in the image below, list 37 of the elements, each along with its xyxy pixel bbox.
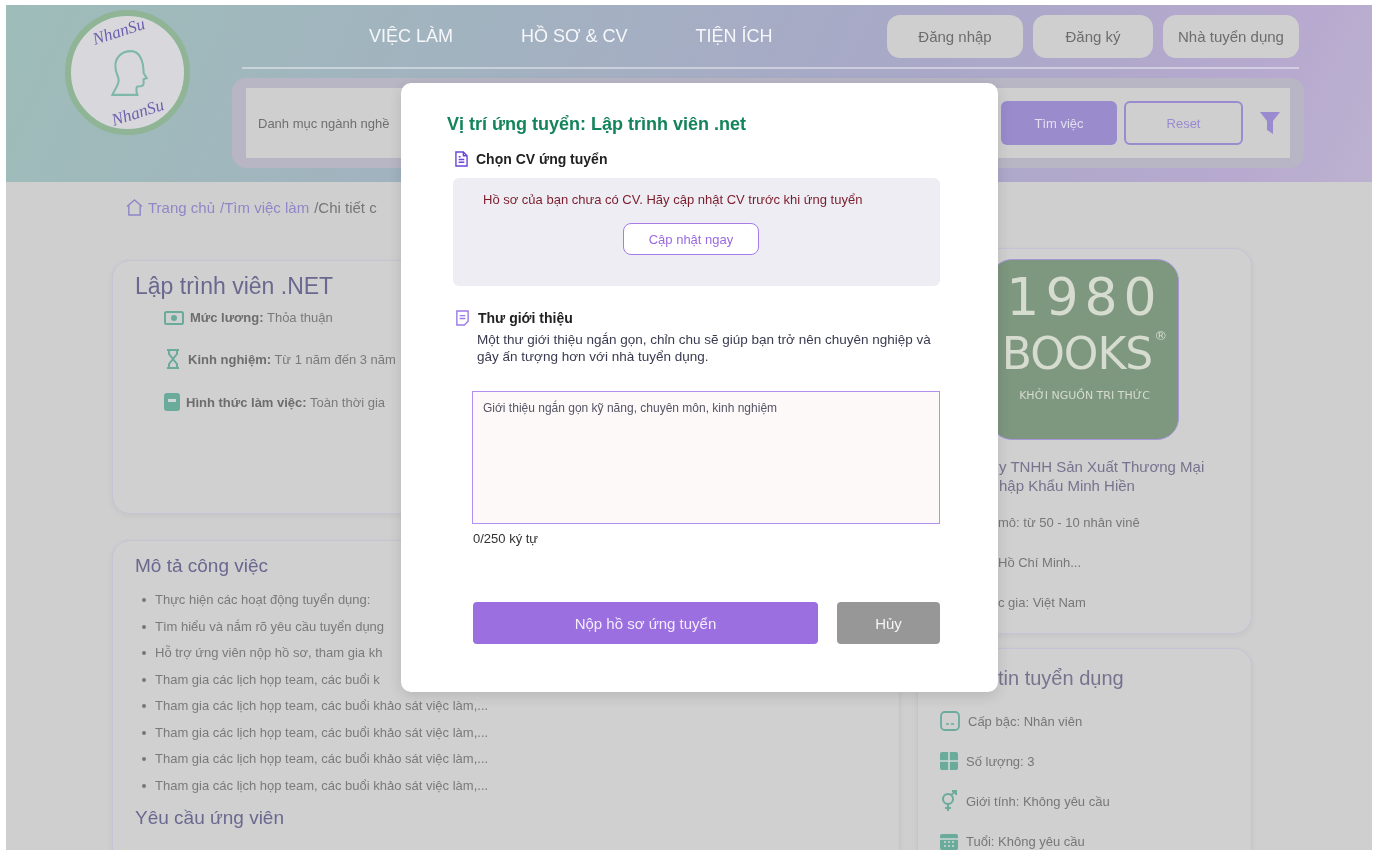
breadcrumb-current: /Chi tiết c bbox=[314, 198, 377, 216]
description-item: Tham gia các lịch họp team, các buổi khảo sát việc làm,... bbox=[135, 746, 489, 773]
logo-text: NhanSu bbox=[89, 14, 148, 51]
letter-description: Một thư giới thiệu ngắn gọn, chỉn chu sẽ giúp bạn trở nên chuyên nghiệp và gây ấn tượng hơn với nhà tuyển dụng. bbox=[477, 331, 932, 365]
job-fact: Mức lương: Thỏa thuận bbox=[190, 310, 333, 325]
logo-slogan: KHỞI NGUỒN TRI THỨC bbox=[1019, 388, 1150, 402]
description-item: Hỗ trợ ứng viên nộp hồ sơ, tham gia kh bbox=[135, 640, 383, 667]
section-title: Yêu cầu ứng viên bbox=[135, 807, 284, 829]
logo-text: BOOKS bbox=[1001, 327, 1153, 381]
cv-missing-message: Hồ sơ của bạn chưa có CV. Hãy cập nhật CV trước khi ứng tuyển bbox=[483, 192, 863, 207]
company-fact: mô: từ 50 - 10 nhân vinê bbox=[998, 514, 1141, 532]
recruitment-fact: Tuổi: Không yêu cầu bbox=[966, 833, 1085, 849]
logo-text: 1980 bbox=[1006, 268, 1163, 328]
job-title: Lập trình viên .NET bbox=[135, 273, 334, 300]
job-fact: Hình thức làm việc: Toàn thời gia bbox=[186, 394, 386, 410]
recruitment-fact: Số lượng: 3 bbox=[966, 753, 1035, 769]
section-title: Thư giới thiệu bbox=[478, 310, 573, 326]
job-fact: Kinh nghiệm: Từ 1 năm đến 3 năm bbox=[188, 351, 396, 367]
character-counter: 0/250 ký tự bbox=[473, 531, 540, 546]
company-fact: Hồ Chí Minh... bbox=[998, 554, 1083, 572]
description-item: Tham gia các lịch họp team, các buổi k bbox=[135, 666, 380, 693]
recruitment-fact: Giới tính: Không yêu cầu bbox=[966, 793, 1110, 809]
company-name: hập Khẩu Minh Hiền bbox=[999, 477, 1136, 494]
section-title: tin tuyển dụng bbox=[998, 667, 1125, 690]
description-item: Tham gia các lịch họp team, các buổi khảo sát việc làm,... bbox=[135, 772, 489, 799]
dialog-title: Vị trí ứng tuyển: Lập trình viên .net bbox=[447, 113, 748, 135]
company-name: y TNHH Sản Xuất Thương Mại bbox=[999, 458, 1206, 475]
company-fact: c gia: Việt Nam bbox=[998, 594, 1087, 612]
description-item: Tham gia các lịch họp team, các buổi khảo sát việc làm,... bbox=[135, 693, 489, 720]
section-title: Mô tả công việc bbox=[135, 555, 269, 577]
description-item: Tìm hiểu và nắm rõ yêu cầu tuyển dụng bbox=[135, 613, 385, 640]
logo-text: NhanSu bbox=[108, 94, 167, 131]
trademark-sign: ® bbox=[1154, 327, 1168, 344]
description-item: Thực hiện các hoạt động tuyển dụng: bbox=[135, 587, 371, 614]
section-title: Chọn CV ứng tuyển bbox=[476, 151, 608, 167]
description-item: Tham gia các lịch họp team, các buổi khảo sát việc làm,... bbox=[135, 719, 489, 746]
recruitment-fact: Cấp bậc: Nhân viên bbox=[968, 713, 1083, 729]
